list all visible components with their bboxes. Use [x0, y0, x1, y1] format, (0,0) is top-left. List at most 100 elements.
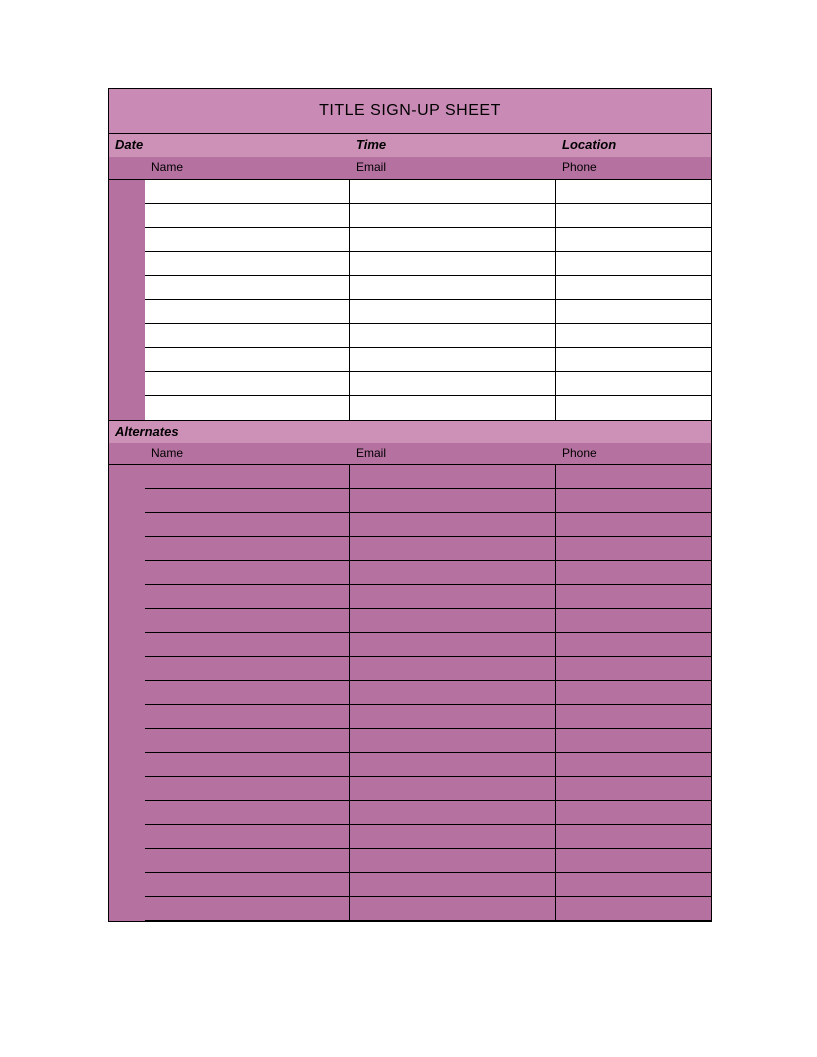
table-row[interactable]	[145, 561, 711, 585]
cell-email[interactable]	[350, 825, 556, 848]
table-row[interactable]	[145, 705, 711, 729]
cell-name[interactable]	[145, 537, 350, 560]
cell-name[interactable]	[145, 729, 350, 752]
cell-email[interactable]	[350, 561, 556, 584]
cell-email[interactable]	[350, 513, 556, 536]
cell-email[interactable]	[350, 300, 556, 323]
table-row[interactable]	[145, 849, 711, 873]
cell-email[interactable]	[350, 489, 556, 512]
cell-email[interactable]	[350, 228, 556, 251]
cell-phone[interactable]	[556, 609, 711, 632]
table-row[interactable]	[145, 633, 711, 657]
cell-phone[interactable]	[556, 681, 711, 704]
table-row[interactable]	[145, 513, 711, 537]
cell-name[interactable]	[145, 465, 350, 488]
cell-phone[interactable]	[556, 489, 711, 512]
cell-email[interactable]	[350, 777, 556, 800]
cell-phone[interactable]	[556, 849, 711, 872]
cell-email[interactable]	[350, 180, 556, 203]
cell-name[interactable]	[145, 657, 350, 680]
table-row[interactable]	[145, 537, 711, 561]
cell-email[interactable]	[350, 396, 556, 420]
table-row[interactable]	[145, 897, 711, 921]
table-row[interactable]	[145, 180, 711, 204]
cell-email[interactable]	[350, 324, 556, 347]
cell-phone[interactable]	[556, 873, 711, 896]
table-row[interactable]	[145, 657, 711, 681]
cell-name[interactable]	[145, 585, 350, 608]
cell-phone[interactable]	[556, 705, 711, 728]
table-row[interactable]	[145, 324, 711, 348]
cell-name[interactable]	[145, 513, 350, 536]
cell-phone[interactable]	[556, 252, 711, 275]
table-row[interactable]	[145, 276, 711, 300]
cell-name[interactable]	[145, 849, 350, 872]
table-row[interactable]	[145, 348, 711, 372]
cell-email[interactable]	[350, 348, 556, 371]
cell-name[interactable]	[145, 801, 350, 824]
cell-email[interactable]	[350, 252, 556, 275]
table-row[interactable]	[145, 300, 711, 324]
table-row[interactable]	[145, 228, 711, 252]
table-row[interactable]	[145, 753, 711, 777]
cell-name[interactable]	[145, 633, 350, 656]
table-row[interactable]	[145, 252, 711, 276]
cell-name[interactable]	[145, 609, 350, 632]
cell-email[interactable]	[350, 897, 556, 920]
cell-name[interactable]	[145, 873, 350, 896]
cell-email[interactable]	[350, 276, 556, 299]
cell-phone[interactable]	[556, 801, 711, 824]
cell-email[interactable]	[350, 729, 556, 752]
cell-phone[interactable]	[556, 561, 711, 584]
cell-phone[interactable]	[556, 396, 711, 420]
cell-name[interactable]	[145, 681, 350, 704]
cell-name[interactable]	[145, 825, 350, 848]
cell-email[interactable]	[350, 657, 556, 680]
cell-name[interactable]	[145, 252, 350, 275]
cell-email[interactable]	[350, 585, 556, 608]
cell-email[interactable]	[350, 633, 556, 656]
cell-email[interactable]	[350, 801, 556, 824]
table-row[interactable]	[145, 729, 711, 753]
cell-name[interactable]	[145, 300, 350, 323]
cell-phone[interactable]	[556, 897, 711, 920]
cell-name[interactable]	[145, 561, 350, 584]
table-row[interactable]	[145, 372, 711, 396]
cell-phone[interactable]	[556, 513, 711, 536]
cell-name[interactable]	[145, 180, 350, 203]
cell-phone[interactable]	[556, 465, 711, 488]
cell-email[interactable]	[350, 537, 556, 560]
cell-phone[interactable]	[556, 585, 711, 608]
table-row[interactable]	[145, 204, 711, 228]
cell-phone[interactable]	[556, 777, 711, 800]
cell-phone[interactable]	[556, 537, 711, 560]
cell-name[interactable]	[145, 489, 350, 512]
cell-phone[interactable]	[556, 825, 711, 848]
cell-name[interactable]	[145, 372, 350, 395]
cell-email[interactable]	[350, 372, 556, 395]
table-row[interactable]	[145, 825, 711, 849]
cell-phone[interactable]	[556, 276, 711, 299]
cell-email[interactable]	[350, 873, 556, 896]
table-row[interactable]	[145, 489, 711, 513]
cell-phone[interactable]	[556, 300, 711, 323]
cell-phone[interactable]	[556, 324, 711, 347]
cell-phone[interactable]	[556, 348, 711, 371]
table-row[interactable]	[145, 801, 711, 825]
cell-name[interactable]	[145, 777, 350, 800]
cell-email[interactable]	[350, 465, 556, 488]
cell-email[interactable]	[350, 681, 556, 704]
cell-email[interactable]	[350, 753, 556, 776]
cell-phone[interactable]	[556, 753, 711, 776]
cell-name[interactable]	[145, 324, 350, 347]
cell-name[interactable]	[145, 348, 350, 371]
table-row[interactable]	[145, 681, 711, 705]
table-row[interactable]	[145, 609, 711, 633]
cell-phone[interactable]	[556, 633, 711, 656]
cell-email[interactable]	[350, 204, 556, 227]
cell-phone[interactable]	[556, 729, 711, 752]
cell-phone[interactable]	[556, 372, 711, 395]
table-row[interactable]	[145, 465, 711, 489]
cell-phone[interactable]	[556, 657, 711, 680]
cell-phone[interactable]	[556, 204, 711, 227]
